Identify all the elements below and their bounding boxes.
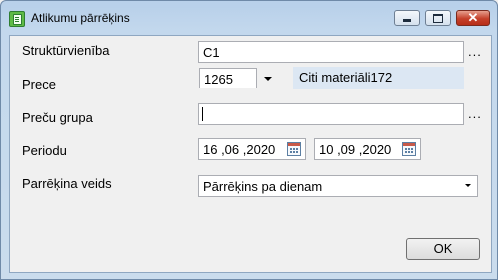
prece-label: Prece [22,77,56,92]
grupa-browse-button[interactable]: ... [468,106,482,121]
date-to-value: 10 ,09 ,2020 [319,142,392,157]
dialog-body: Struktūrvienība C1 ... Prece 1265 Citi m… [9,35,492,273]
close-button[interactable]: ✕ [456,10,490,26]
veids-selected: Pārrēķins pa dienam [203,179,323,194]
text-caret [202,107,203,121]
prece-input[interactable]: 1265 [199,68,257,88]
minimize-icon [403,19,411,22]
minimize-button[interactable] [394,10,420,26]
periodu-label: Periodu [22,143,67,158]
grupa-label: Preču grupa [22,110,93,125]
calendar-icon[interactable] [402,142,416,156]
close-icon: ✕ [467,10,479,25]
dialog-window: Atlikumu pārrēķins ✕ Struktūrvienība C1 … [0,0,498,280]
struktur-browse-button[interactable]: ... [468,44,482,59]
date-from-value: 16 ,06 ,2020 [203,142,276,157]
veids-label: Parrēķina veids [22,176,112,191]
date-to-picker[interactable]: 10 ,09 ,2020 [314,138,421,160]
window-title: Atlikumu pārrēķins [31,11,130,25]
struktur-label: Struktūrvienība [22,43,110,58]
chevron-down-icon[interactable] [264,77,272,81]
ok-button[interactable]: OK [406,238,480,260]
date-from-picker[interactable]: 16 ,06 ,2020 [198,138,306,160]
prece-combobox[interactable]: 1265 [198,67,278,89]
maximize-icon [433,14,443,23]
spreadsheet-icon [9,11,25,27]
chevron-down-icon[interactable] [465,184,471,187]
struktur-input[interactable]: C1 [198,41,464,63]
title-bar[interactable]: Atlikumu pārrēķins ✕ [1,1,497,35]
prece-description: Citi materiāli172 [293,67,464,89]
veids-select[interactable]: Pārrēķins pa dienam [198,175,478,197]
maximize-button[interactable] [425,10,451,26]
grupa-input[interactable] [198,103,464,125]
calendar-icon[interactable] [287,142,301,156]
